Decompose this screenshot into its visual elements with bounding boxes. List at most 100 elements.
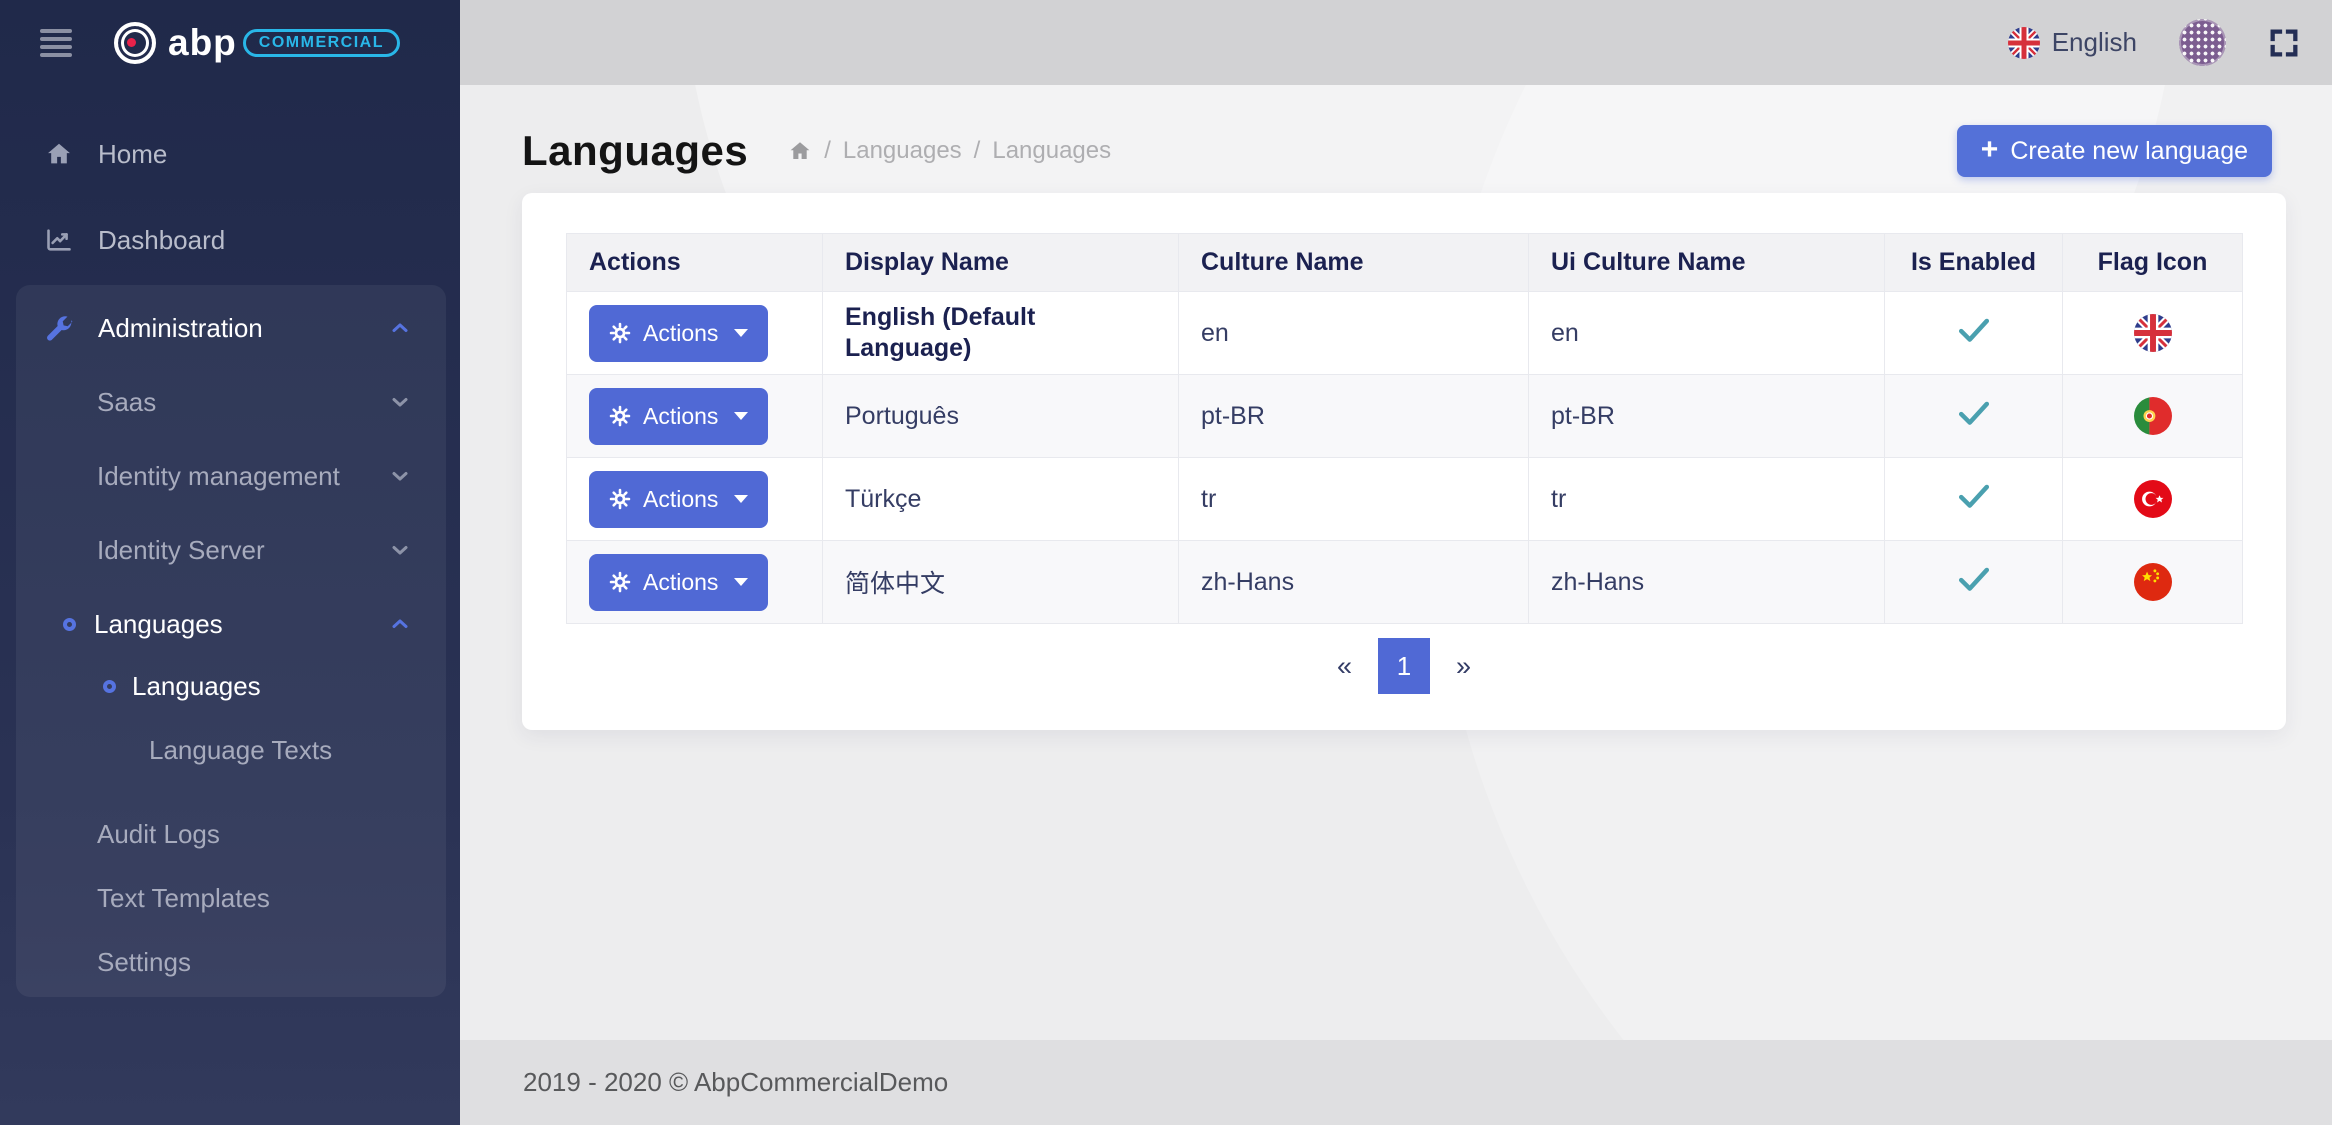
column-header-is-enabled: Is Enabled [1885, 234, 2063, 292]
sidebar: abp COMMERCIAL Home Dashboard [0, 0, 460, 1125]
breadcrumb-separator: / [974, 137, 981, 165]
row-actions-button[interactable]: Actions [589, 388, 768, 445]
actions-cell: Actions [567, 292, 823, 375]
row-actions-button[interactable]: Actions [589, 305, 768, 362]
sidebar-item-dashboard[interactable]: Dashboard [0, 209, 460, 271]
sidebar-item-languages[interactable]: Languages [16, 593, 446, 655]
uk-flag-icon [2134, 314, 2172, 352]
sidebar-item-audit-logs[interactable]: Audit Logs [16, 803, 446, 865]
chevron-up-icon [388, 316, 412, 340]
caret-down-icon [734, 329, 748, 337]
sidebar-item-label: Languages [94, 609, 223, 640]
sidebar-item-settings[interactable]: Settings [16, 931, 446, 993]
actions-button-label: Actions [643, 569, 718, 596]
sidebar-item-label: Identity management [97, 461, 340, 492]
app-root: abp COMMERCIAL Home Dashboard [0, 0, 2332, 1125]
create-button-label: Create new language [2010, 137, 2248, 166]
sidebar-item-administration[interactable]: Administration [16, 297, 446, 359]
plus-icon: + [1981, 135, 1999, 165]
copyright-text: 2019 - 2020 © AbpCommercialDemo [523, 1067, 948, 1098]
abp-ring-logo-icon [114, 22, 156, 64]
column-header-display-name: Display Name [823, 234, 1179, 292]
sidebar-item-label: Audit Logs [97, 819, 220, 850]
pagination-page-1[interactable]: 1 [1378, 638, 1430, 694]
administration-group: Administration Saas Identity management [16, 285, 446, 997]
menu-toggle-icon[interactable] [40, 29, 72, 57]
check-icon [1958, 400, 1990, 426]
page-header: Languages / Languages / Languages + Crea… [522, 125, 2272, 177]
sidebar-nav: Home Dashboard Administration [0, 85, 460, 997]
sidebar-item-identity-server[interactable]: Identity Server [16, 519, 446, 581]
create-new-language-button[interactable]: + Create new language [1957, 125, 2272, 177]
circle-dot-icon [103, 680, 116, 693]
table-row: Actions 简体中文 zh-Hans zh-Hans [567, 541, 2243, 624]
breadcrumb-home-icon[interactable] [788, 139, 812, 163]
culture-name-cell: en [1179, 292, 1529, 375]
brand-row: abp COMMERCIAL [0, 0, 460, 85]
table-row: Actions Português pt-BR pt-BR [567, 375, 2243, 458]
china-flag-icon [2134, 563, 2172, 601]
pagination-prev-button[interactable]: « [1311, 638, 1378, 694]
sidebar-item-identity-management[interactable]: Identity management [16, 445, 446, 507]
sidebar-item-label: Language Texts [149, 735, 332, 766]
ui-culture-name-cell: tr [1529, 458, 1885, 541]
sidebar-item-saas[interactable]: Saas [16, 371, 446, 433]
page-title: Languages [522, 127, 748, 175]
ui-culture-name-cell: en [1529, 292, 1885, 375]
culture-name-cell: pt-BR [1179, 375, 1529, 458]
actions-cell: Actions [567, 375, 823, 458]
chevron-down-icon [388, 538, 412, 562]
sidebar-item-home[interactable]: Home [0, 123, 460, 185]
wrench-icon [42, 314, 76, 342]
gear-icon [609, 488, 631, 510]
is-enabled-cell [1885, 375, 2063, 458]
check-icon [1958, 483, 1990, 509]
pagination: « 1 » [566, 624, 2242, 694]
sidebar-item-label: Home [98, 139, 167, 170]
gear-icon [609, 571, 631, 593]
check-icon [1958, 317, 1990, 343]
is-enabled-cell [1885, 292, 2063, 375]
languages-table-card: Actions Display Name Culture Name Ui Cul… [522, 193, 2286, 730]
display-name-cell: Türkçe [823, 458, 1179, 541]
sidebar-item-label: Dashboard [98, 225, 225, 256]
caret-down-icon [734, 412, 748, 420]
user-avatar[interactable] [2179, 19, 2226, 66]
is-enabled-cell [1885, 458, 2063, 541]
uk-flag-icon [2008, 27, 2040, 59]
sidebar-item-text-templates[interactable]: Text Templates [16, 867, 446, 929]
sidebar-item-label: Text Templates [97, 883, 270, 914]
actions-button-label: Actions [643, 320, 718, 347]
row-actions-button[interactable]: Actions [589, 471, 768, 528]
language-selector[interactable]: English [2008, 27, 2137, 59]
portugal-flag-icon [2134, 397, 2172, 435]
fullscreen-icon[interactable] [2268, 27, 2300, 59]
sidebar-item-label: Languages [132, 671, 261, 702]
topbar: English [460, 0, 2332, 85]
caret-down-icon [734, 578, 748, 586]
chart-line-icon [42, 226, 76, 254]
sidebar-item-label: Saas [97, 387, 156, 418]
page-content: Languages / Languages / Languages + Crea… [460, 85, 2332, 1040]
flag-icon-cell [2063, 541, 2243, 624]
brand-logo[interactable]: abp COMMERCIAL [114, 22, 400, 64]
pagination-next-button[interactable]: » [1430, 638, 1497, 694]
home-icon [42, 140, 76, 168]
brand-name: abp [168, 22, 237, 64]
column-header-ui-culture-name: Ui Culture Name [1529, 234, 1885, 292]
languages-table: Actions Display Name Culture Name Ui Cul… [566, 233, 2243, 624]
is-enabled-cell [1885, 541, 2063, 624]
row-actions-button[interactable]: Actions [589, 554, 768, 611]
breadcrumb: / Languages / Languages [788, 137, 1111, 165]
flag-icon-cell [2063, 458, 2243, 541]
flag-icon-cell [2063, 375, 2243, 458]
footer: 2019 - 2020 © AbpCommercialDemo [460, 1040, 2332, 1125]
sidebar-item-language-texts[interactable]: Language Texts [16, 725, 446, 775]
breadcrumb-item: Languages [843, 137, 962, 165]
ui-culture-name-cell: pt-BR [1529, 375, 1885, 458]
column-header-culture-name: Culture Name [1179, 234, 1529, 292]
chevron-down-icon [388, 390, 412, 414]
gear-icon [609, 322, 631, 344]
actions-button-label: Actions [643, 403, 718, 430]
sidebar-item-languages-child[interactable]: Languages [16, 661, 446, 711]
